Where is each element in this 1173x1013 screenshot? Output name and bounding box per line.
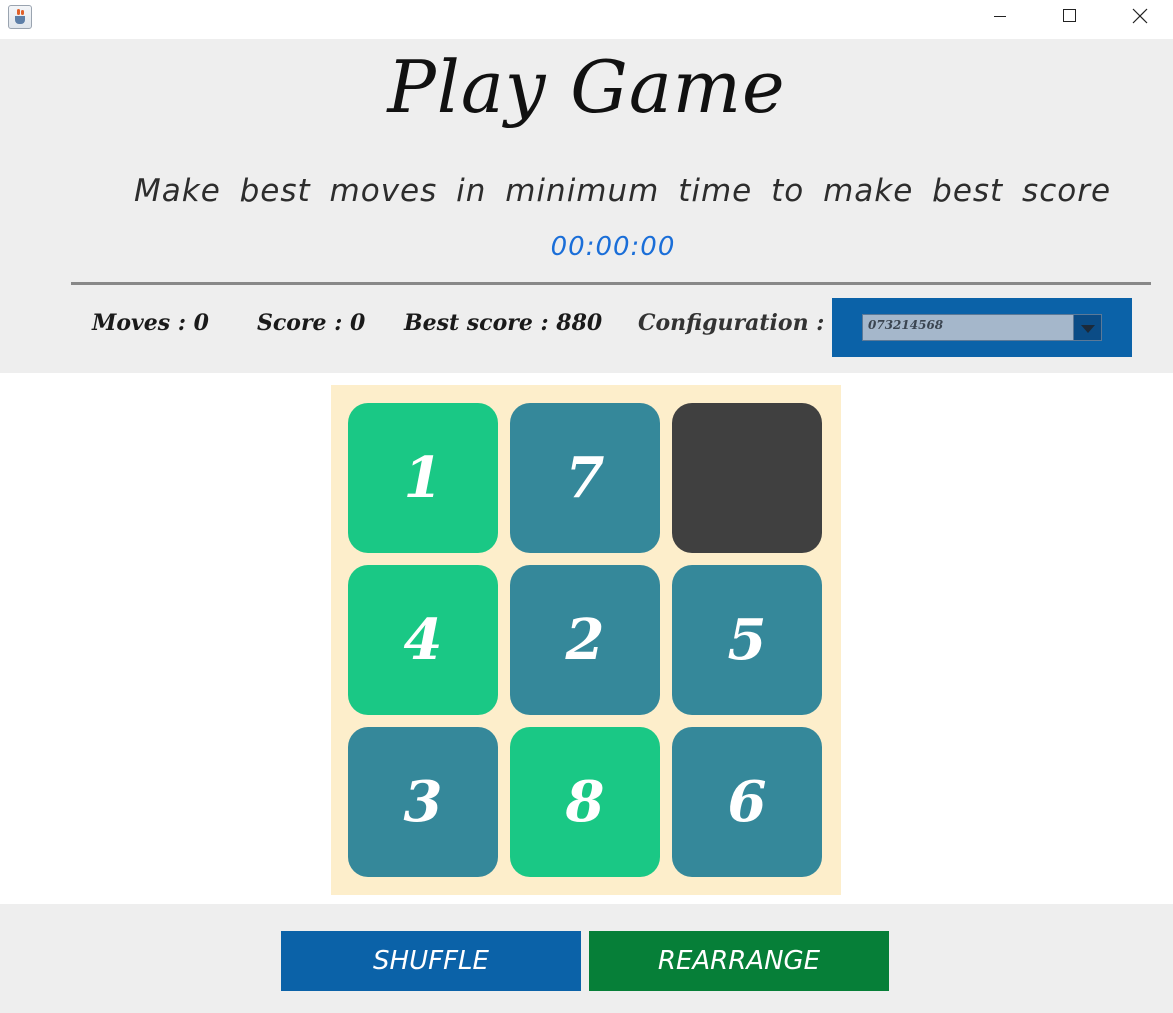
moves-counter: Moves : 0	[92, 310, 209, 336]
configuration-dropdown[interactable]: 073214568	[862, 314, 1102, 341]
puzzle-tile[interactable]: 2	[510, 565, 660, 715]
maximize-icon	[1063, 9, 1076, 22]
footer-panel: SHUFFLE REARRANGE	[0, 904, 1173, 1013]
header-divider	[71, 282, 1151, 285]
best-score-counter: Best score : 880	[404, 310, 603, 336]
rearrange-button[interactable]: REARRANGE	[589, 931, 889, 991]
maximize-button[interactable]	[1047, 0, 1093, 32]
chevron-down-icon[interactable]	[1073, 315, 1101, 340]
puzzle-tile[interactable]: 6	[672, 727, 822, 877]
puzzle-tile[interactable]: 8	[510, 727, 660, 877]
empty-tile[interactable]	[672, 403, 822, 553]
configuration-panel: 073214568	[832, 298, 1132, 357]
close-button[interactable]	[1117, 0, 1163, 32]
puzzle-tile[interactable]: 5	[672, 565, 822, 715]
configuration-value: 073214568	[868, 318, 944, 332]
game-timer: 00:00:00	[550, 232, 676, 262]
puzzle-tile[interactable]: 1	[348, 403, 498, 553]
puzzle-tile[interactable]: 3	[348, 727, 498, 877]
page-title: Play Game	[387, 45, 786, 129]
window-titlebar	[0, 0, 1173, 39]
shuffle-button[interactable]: SHUFFLE	[281, 931, 581, 991]
page-subtitle: Make best moves in minimum time to make …	[134, 173, 1112, 209]
puzzle-tile[interactable]: 7	[510, 403, 660, 553]
configuration-label: Configuration :	[638, 310, 825, 336]
minimize-button[interactable]	[977, 0, 1023, 32]
minimize-icon	[994, 16, 1006, 17]
score-counter: Score : 0	[257, 310, 366, 336]
header-panel: Play Game Make best moves in minimum tim…	[0, 39, 1173, 373]
puzzle-board: 1 7 4 2 5 3 8 6	[331, 385, 841, 895]
puzzle-tile[interactable]: 4	[348, 565, 498, 715]
close-icon	[1132, 8, 1148, 24]
java-coffee-cup-icon[interactable]	[8, 5, 32, 29]
